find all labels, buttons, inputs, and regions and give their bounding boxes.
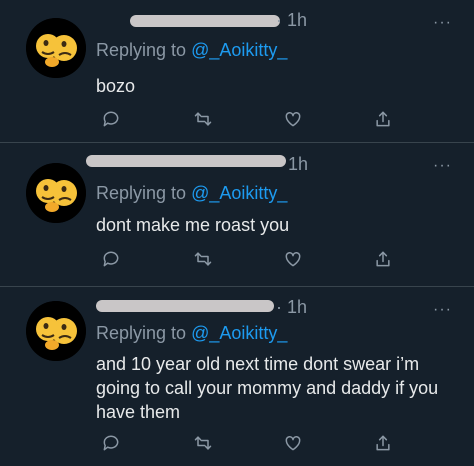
share-button[interactable] (372, 432, 394, 454)
share-icon (376, 435, 390, 451)
reply-button[interactable] (100, 108, 122, 130)
like-icon (285, 111, 301, 127)
like-icon (285, 251, 301, 267)
replying-to: Replying to @_Aoikitty_ (96, 40, 287, 61)
tweet-text: bozo (96, 76, 136, 96)
reply-icon (103, 111, 119, 127)
more-icon[interactable]: ··· (433, 14, 452, 32)
action-bar (96, 108, 396, 132)
reply-button[interactable] (100, 248, 122, 270)
timestamp[interactable]: · 1h (276, 297, 307, 318)
redacted-username (86, 155, 286, 167)
tweet-text: dont make me roast you (96, 215, 290, 235)
replying-prefix: Replying to (96, 323, 192, 343)
timestamp[interactable]: · 1h (276, 10, 307, 31)
share-icon (376, 111, 390, 127)
avatar[interactable] (26, 18, 86, 78)
share-button[interactable] (372, 108, 394, 130)
share-icon (376, 251, 390, 267)
avatar-emoji-icon (26, 18, 86, 78)
tweet[interactable]: · 1h ··· Replying to @_Aoikitty_ bozo (0, 0, 474, 143)
replying-to: Replying to @_Aoikitty_ (96, 183, 287, 204)
reply-button[interactable] (100, 432, 122, 454)
replying-handle-link[interactable]: @_Aoikitty_ (191, 183, 287, 203)
avatar-emoji-icon (26, 301, 86, 361)
tweet[interactable]: · 1h ··· Replying to @_Aoikitty_ and 10 … (0, 287, 474, 466)
like-icon (285, 435, 301, 451)
retweet-icon (194, 112, 212, 126)
reply-icon (103, 435, 119, 451)
replying-handle-link[interactable]: @_Aoikitty_ (191, 40, 287, 60)
redacted-username (96, 300, 274, 312)
retweet-button[interactable] (192, 432, 214, 454)
replying-prefix: Replying to (96, 40, 192, 60)
avatar[interactable] (26, 301, 86, 361)
action-bar (96, 248, 396, 272)
more-icon[interactable]: ··· (433, 301, 452, 319)
replying-prefix: Replying to (96, 183, 192, 203)
retweet-icon (194, 252, 212, 266)
tweet-text: and 10 year old next time dont swear i’m… (96, 354, 439, 422)
action-bar (96, 432, 396, 456)
replying-handle-link[interactable]: @_Aoikitty_ (191, 323, 287, 343)
avatar-emoji-icon (26, 163, 86, 223)
like-button[interactable] (282, 432, 304, 454)
reply-icon (103, 251, 119, 267)
redacted-username (130, 15, 280, 27)
replying-to: Replying to @_Aoikitty_ (96, 323, 287, 344)
retweet-button[interactable] (192, 108, 214, 130)
avatar[interactable] (26, 163, 86, 223)
retweet-button[interactable] (192, 248, 214, 270)
retweet-icon (194, 436, 212, 450)
more-icon[interactable]: ··· (433, 157, 452, 175)
share-button[interactable] (372, 248, 394, 270)
tweet[interactable]: 1h ··· Replying to @_Aoikitty_ dont make… (0, 143, 474, 287)
timestamp[interactable]: 1h (288, 154, 308, 175)
like-button[interactable] (282, 108, 304, 130)
like-button[interactable] (282, 248, 304, 270)
